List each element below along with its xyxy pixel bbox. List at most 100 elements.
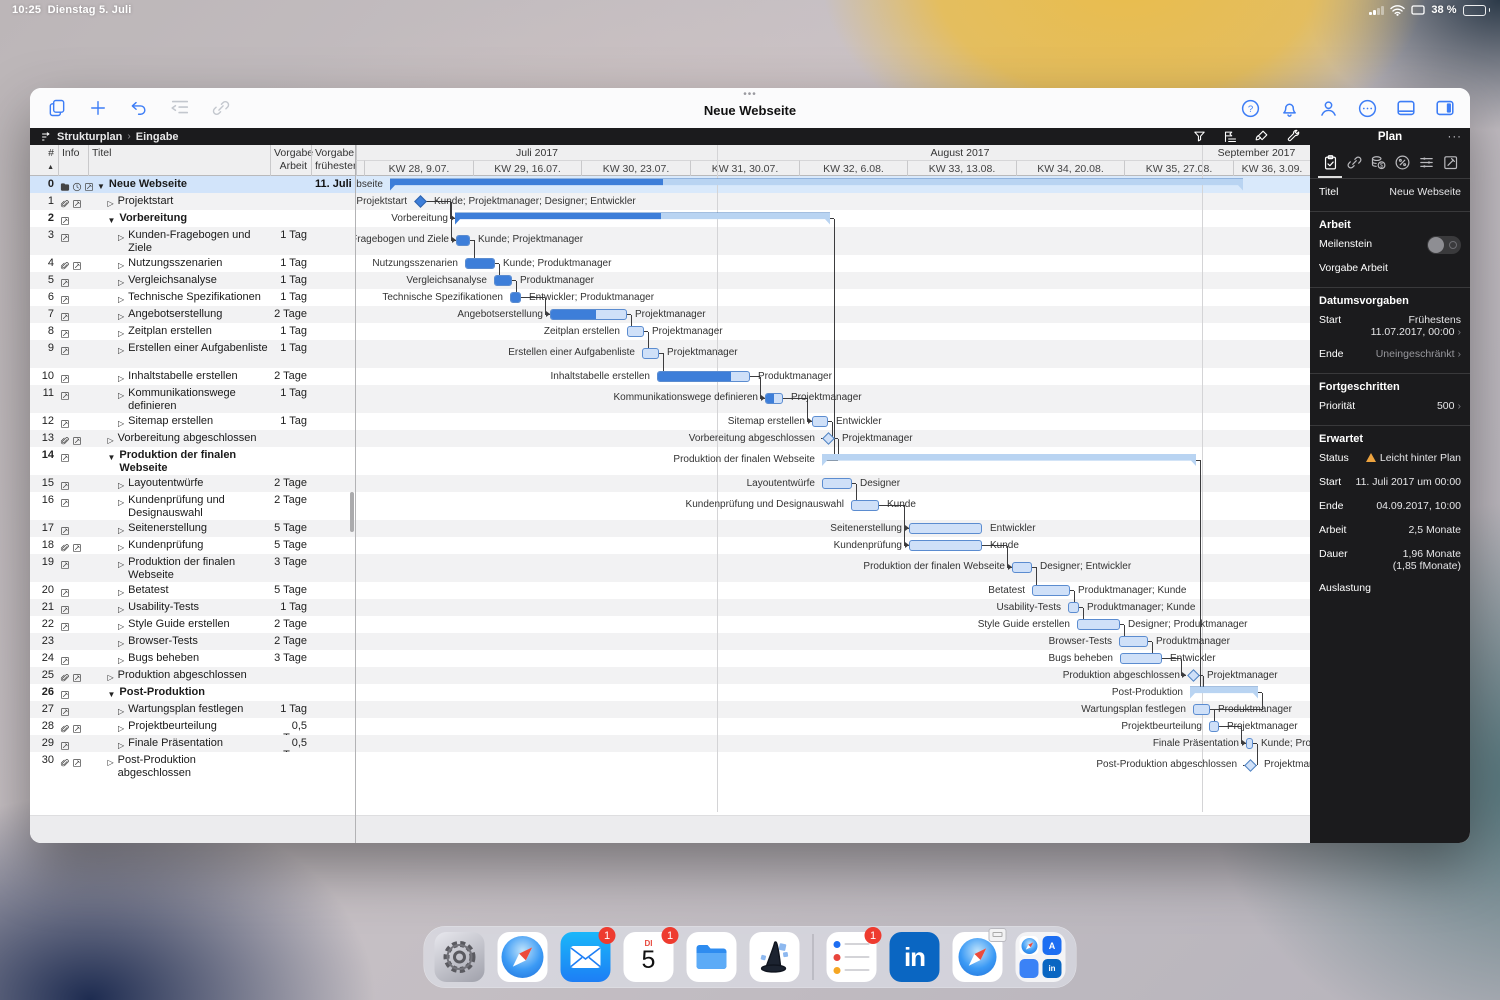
milestone-toggle[interactable] <box>1427 236 1461 254</box>
inspector-more-button[interactable]: ··· <box>1448 131 1463 143</box>
table-row[interactable]: 16▷Kundenprüfung und Designauswahl2 Tage <box>30 492 355 520</box>
task-bar[interactable] <box>657 371 750 382</box>
task-bar[interactable] <box>822 478 852 489</box>
pencil-icon[interactable] <box>60 523 70 537</box>
paperclip-icon[interactable] <box>60 721 70 735</box>
table-row[interactable]: 3▷Kunden-Fragebogen und Ziele1 Tag <box>30 227 355 255</box>
pencil-icon[interactable] <box>60 416 70 430</box>
disclosure-icon[interactable]: ▷ <box>118 417 124 430</box>
pencil-icon[interactable] <box>60 309 70 323</box>
task-bar[interactable] <box>456 235 470 246</box>
task-bar[interactable] <box>1246 738 1253 749</box>
panel-bottom-icon[interactable] <box>1395 97 1417 119</box>
task-bar[interactable] <box>812 416 828 427</box>
paperclip-icon[interactable] <box>60 540 70 554</box>
dock-app-settings[interactable] <box>435 932 485 982</box>
table-row[interactable]: 27▷Wartungsplan festlegen1 Tag <box>30 701 355 718</box>
task-bar[interactable] <box>1193 704 1210 715</box>
disclosure-icon[interactable]: ▷ <box>118 558 124 571</box>
inspector-tab-note-edit-icon[interactable] <box>1440 151 1460 173</box>
link-icon[interactable] <box>210 97 232 119</box>
task-bar[interactable] <box>1209 721 1219 732</box>
table-row[interactable]: 26▼Post-Produktion <box>30 684 355 701</box>
table-row[interactable]: 23▷Browser-Tests2 Tage <box>30 633 355 650</box>
table-row[interactable]: 13▷Vorbereitung abgeschlossen <box>30 430 355 447</box>
paperclip-icon[interactable] <box>60 433 70 447</box>
disclosure-icon[interactable]: ▷ <box>118 479 124 492</box>
disclosure-icon[interactable]: ▷ <box>118 524 124 537</box>
table-row[interactable]: 21▷Usability-Tests1 Tag <box>30 599 355 616</box>
dock-app-reminders[interactable]: 1 <box>827 932 877 982</box>
pencil-icon[interactable] <box>60 213 70 227</box>
pencil-icon[interactable] <box>60 687 70 701</box>
pencil-icon[interactable] <box>72 258 82 272</box>
table-row[interactable]: 4▷Nutzungsszenarien1 Tag <box>30 255 355 272</box>
pencil-icon[interactable] <box>72 721 82 735</box>
pencil-icon[interactable] <box>60 343 70 361</box>
pencil-icon[interactable] <box>60 450 70 468</box>
inspector-field[interactable]: Ende04.09.2017, 10:00 <box>1310 495 1470 519</box>
breadcrumb[interactable]: Strukturplan › Eingabe <box>30 128 1310 145</box>
disclosure-icon[interactable]: ▷ <box>118 620 124 633</box>
panel-right-icon[interactable] <box>1434 97 1456 119</box>
disclosure-icon[interactable]: ▷ <box>118 310 124 323</box>
inspector-field[interactable]: Dauer1,96 Monate(1,85 fMonate) <box>1310 543 1470 577</box>
task-bar[interactable] <box>909 523 982 534</box>
pencil-icon[interactable] <box>60 292 70 306</box>
dock-app-mail[interactable]: 1 <box>561 932 611 982</box>
table-row[interactable]: 6▷Technische Spezifikationen1 Tag <box>30 289 355 306</box>
inspector-field[interactable]: StartFrühestens11.07.2017, 00:00› <box>1310 309 1470 343</box>
disclosure-icon[interactable]: ▷ <box>118 231 124 244</box>
paperclip-icon[interactable] <box>60 755 70 773</box>
disclosure-icon[interactable]: ▷ <box>118 586 124 599</box>
table-row[interactable]: 12▷Sitemap erstellen1 Tag <box>30 413 355 430</box>
disclosure-icon[interactable]: ▷ <box>108 434 114 447</box>
help-icon[interactable]: ? <box>1239 97 1261 119</box>
pencil-icon[interactable] <box>60 557 70 575</box>
table-row[interactable]: 9▷Erstellen einer Aufgabenliste1 Tag <box>30 340 355 368</box>
task-bar[interactable] <box>550 309 627 320</box>
pencil-icon[interactable] <box>60 371 70 385</box>
table-row[interactable]: 18▷Kundenprüfung5 Tage <box>30 537 355 554</box>
table-row[interactable]: 5▷Vergleichsanalyse1 Tag <box>30 272 355 289</box>
dock-app-safari[interactable] <box>498 932 548 982</box>
pencil-icon[interactable] <box>60 388 70 406</box>
disclosure-icon[interactable]: ▷ <box>108 197 114 210</box>
task-bar[interactable] <box>1119 636 1148 647</box>
outdent-icon[interactable] <box>169 97 191 119</box>
task-bar[interactable] <box>1077 619 1120 630</box>
dock-app-app-cluster[interactable]: Ain <box>1016 932 1066 982</box>
inspector-tab-clipboard-check-icon[interactable] <box>1320 151 1340 173</box>
task-bar[interactable] <box>510 292 521 303</box>
inspector-field[interactable]: StatusLeicht hinter Plan <box>1310 447 1470 471</box>
person-icon[interactable] <box>1317 97 1339 119</box>
table-row[interactable]: 24▷Bugs beheben3 Tage <box>30 650 355 667</box>
task-bar[interactable] <box>1068 602 1079 613</box>
task-bar[interactable] <box>765 393 783 404</box>
disclosure-icon[interactable]: ▷ <box>118 603 124 616</box>
inspector-field[interactable]: TitelNeue Webseite <box>1310 181 1470 205</box>
inspector-tab-percent-icon[interactable] <box>1392 151 1412 173</box>
inspector-field[interactable]: Priorität500› <box>1310 395 1470 419</box>
dock-app-linkedin[interactable]: in <box>890 932 940 982</box>
table-row[interactable]: 15▷Layoutentwürfe2 Tage <box>30 475 355 492</box>
task-bar[interactable] <box>494 275 512 286</box>
inspector-tab-chain-icon[interactable] <box>1344 151 1364 173</box>
inspector-field[interactable]: Meilenstein <box>1310 233 1470 257</box>
dock-app-files[interactable] <box>687 932 737 982</box>
inspector-tab-coins-icon[interactable]: $ <box>1368 151 1388 173</box>
table-row[interactable]: 8▷Zeitplan erstellen1 Tag <box>30 323 355 340</box>
table-row[interactable]: 30▷Post-Produktion abgeschlossen <box>30 752 355 780</box>
pencil-icon[interactable] <box>60 619 70 633</box>
disclosure-icon[interactable]: ▷ <box>118 276 124 289</box>
breadcrumb-item[interactable]: Eingabe <box>136 131 179 143</box>
inspector-field[interactable]: EndeUneingeschränkt› <box>1310 343 1470 367</box>
wrench-icon[interactable] <box>1284 129 1300 145</box>
disclosure-icon[interactable]: ▷ <box>118 705 124 718</box>
pencil-icon[interactable] <box>60 653 70 667</box>
breadcrumb-item[interactable]: Strukturplan <box>57 131 122 143</box>
paperclip-icon[interactable] <box>60 670 70 684</box>
table-row[interactable]: 29▷Finale Präsentation0,5 Tage <box>30 735 355 752</box>
table-row[interactable]: 17▷Seitenerstellung5 Tage <box>30 520 355 537</box>
table-row[interactable]: 0▼Neue Webseite11. Juli 20 <box>30 176 355 193</box>
